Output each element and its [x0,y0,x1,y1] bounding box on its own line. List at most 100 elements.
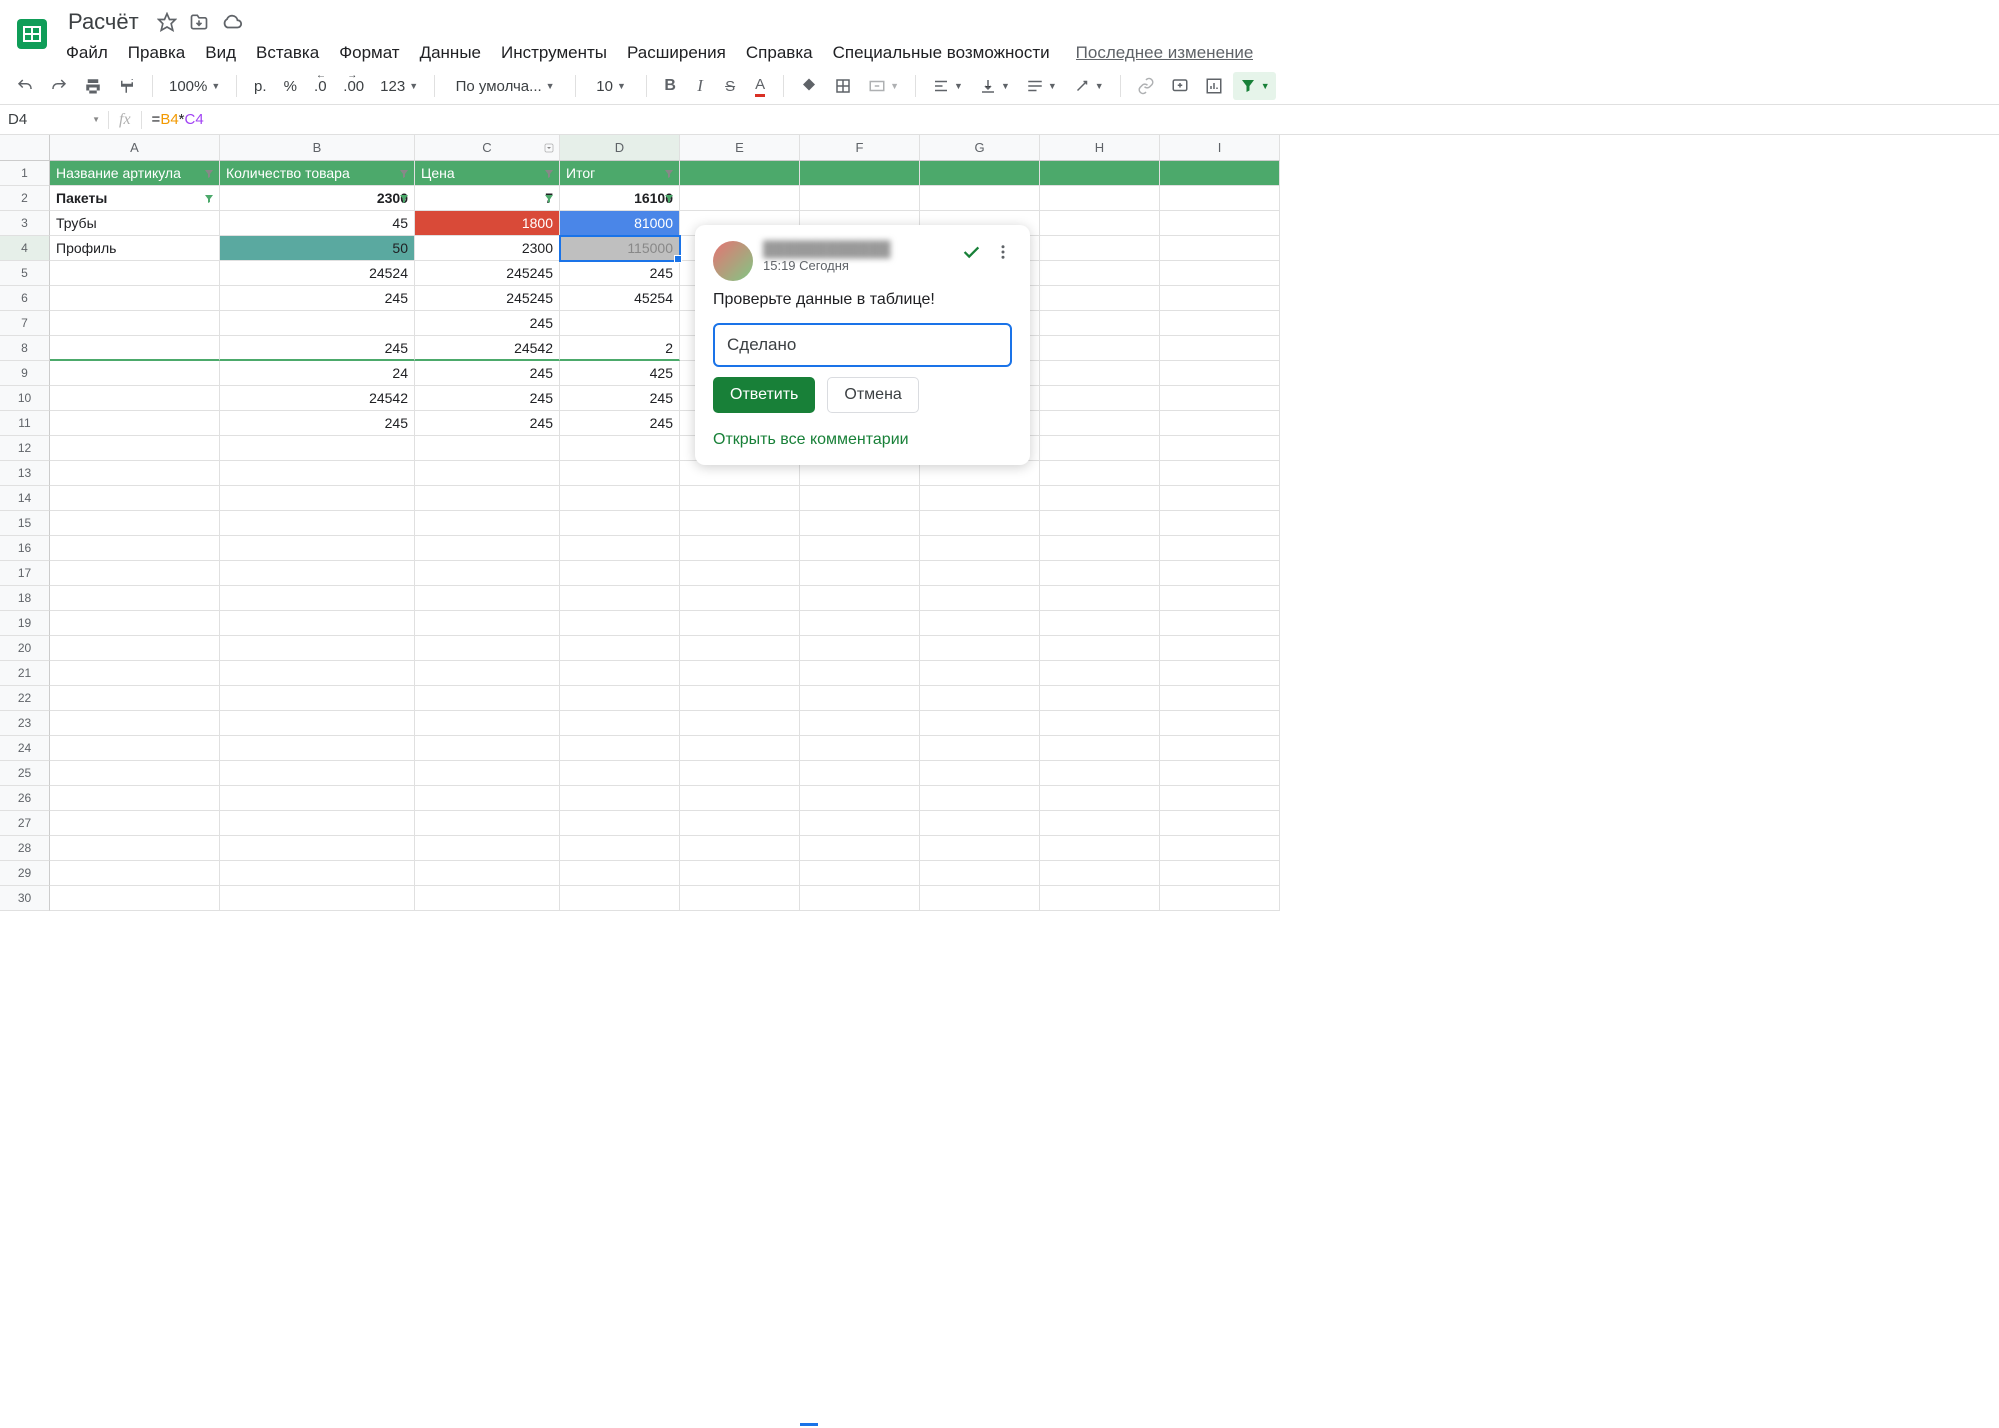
column-header-D[interactable]: D [560,135,680,161]
cell-F1[interactable] [800,161,920,186]
cell-E26[interactable] [680,786,800,811]
cell-F30[interactable] [800,886,920,911]
cell-B23[interactable] [220,711,415,736]
cell-H15[interactable] [1040,511,1160,536]
cell-D3[interactable]: 81000 [560,211,680,236]
cell-C1[interactable]: Цена [415,161,560,186]
column-header-B[interactable]: B [220,135,415,161]
cell-G22[interactable] [920,686,1040,711]
decrease-decimal-button[interactable]: ←.0 [307,72,333,100]
font-size-dropdown[interactable]: 10▼ [586,72,636,100]
document-title[interactable]: Расчёт [62,7,145,37]
cell-E28[interactable] [680,836,800,861]
menu-view[interactable]: Вид [195,39,246,67]
cell-B8[interactable]: 245 [220,336,415,361]
cell-D27[interactable] [560,811,680,836]
cell-C18[interactable] [415,586,560,611]
cell-I10[interactable] [1160,386,1280,411]
insert-link-button[interactable] [1131,72,1161,100]
cell-C8[interactable]: 24542 [415,336,560,361]
cell-D26[interactable] [560,786,680,811]
cell-I1[interactable] [1160,161,1280,186]
cell-B22[interactable] [220,686,415,711]
cell-C22[interactable] [415,686,560,711]
menu-tools[interactable]: Инструменты [491,39,617,67]
cell-G19[interactable] [920,611,1040,636]
cell-C5[interactable]: 245245 [415,261,560,286]
row-header-24[interactable]: 24 [0,736,50,761]
number-format-dropdown[interactable]: 123▼ [374,72,424,100]
comment-more-icon[interactable] [994,243,1012,266]
row-header-8[interactable]: 8 [0,336,50,361]
cell-B27[interactable] [220,811,415,836]
redo-button[interactable] [44,72,74,100]
fill-color-button[interactable] [794,72,824,100]
menu-data[interactable]: Данные [410,39,491,67]
cell-H27[interactable] [1040,811,1160,836]
cell-H7[interactable] [1040,311,1160,336]
cell-H25[interactable] [1040,761,1160,786]
merge-cells-button[interactable]: ▼ [862,72,905,100]
cell-G15[interactable] [920,511,1040,536]
row-header-22[interactable]: 22 [0,686,50,711]
column-header-F[interactable]: F [800,135,920,161]
cell-I27[interactable] [1160,811,1280,836]
cell-I2[interactable] [1160,186,1280,211]
move-icon[interactable] [189,12,209,32]
cell-A2[interactable]: Пакеты [50,186,220,211]
cell-I7[interactable] [1160,311,1280,336]
cell-C10[interactable]: 245 [415,386,560,411]
cell-B26[interactable] [220,786,415,811]
cell-I23[interactable] [1160,711,1280,736]
row-header-14[interactable]: 14 [0,486,50,511]
cell-H2[interactable] [1040,186,1160,211]
cell-D15[interactable] [560,511,680,536]
cell-I30[interactable] [1160,886,1280,911]
cell-I9[interactable] [1160,361,1280,386]
currency-button[interactable]: р. [247,72,273,100]
cell-D25[interactable] [560,761,680,786]
cell-A23[interactable] [50,711,220,736]
cell-A19[interactable] [50,611,220,636]
cell-B30[interactable] [220,886,415,911]
menu-edit[interactable]: Правка [118,39,195,67]
cell-A6[interactable] [50,286,220,311]
cell-I21[interactable] [1160,661,1280,686]
cell-G25[interactable] [920,761,1040,786]
cell-D6[interactable]: 45254 [560,286,680,311]
last-change-link[interactable]: Последнее изменение [1076,43,1254,63]
cell-I25[interactable] [1160,761,1280,786]
cell-D1[interactable]: Итог [560,161,680,186]
cell-H11[interactable] [1040,411,1160,436]
cell-E20[interactable] [680,636,800,661]
cell-E1[interactable] [680,161,800,186]
cell-A18[interactable] [50,586,220,611]
italic-button[interactable]: I [687,72,713,100]
cell-G24[interactable] [920,736,1040,761]
row-header-17[interactable]: 17 [0,561,50,586]
cell-E17[interactable] [680,561,800,586]
cell-A20[interactable] [50,636,220,661]
cell-B20[interactable] [220,636,415,661]
cell-I14[interactable] [1160,486,1280,511]
cell-A3[interactable]: Трубы [50,211,220,236]
cell-F16[interactable] [800,536,920,561]
strikethrough-button[interactable]: S [717,72,743,100]
cell-I20[interactable] [1160,636,1280,661]
open-all-comments-link[interactable]: Открыть все комментарии [713,431,1012,449]
cell-F21[interactable] [800,661,920,686]
row-header-19[interactable]: 19 [0,611,50,636]
row-header-21[interactable]: 21 [0,661,50,686]
cell-C6[interactable]: 245245 [415,286,560,311]
cell-B6[interactable]: 245 [220,286,415,311]
cell-H9[interactable] [1040,361,1160,386]
zoom-dropdown[interactable]: 100%▼ [163,72,226,100]
cell-D24[interactable] [560,736,680,761]
cell-C15[interactable] [415,511,560,536]
cell-I6[interactable] [1160,286,1280,311]
cell-I3[interactable] [1160,211,1280,236]
select-all-corner[interactable] [0,135,50,161]
cell-E24[interactable] [680,736,800,761]
column-header-A[interactable]: A [50,135,220,161]
row-header-29[interactable]: 29 [0,861,50,886]
